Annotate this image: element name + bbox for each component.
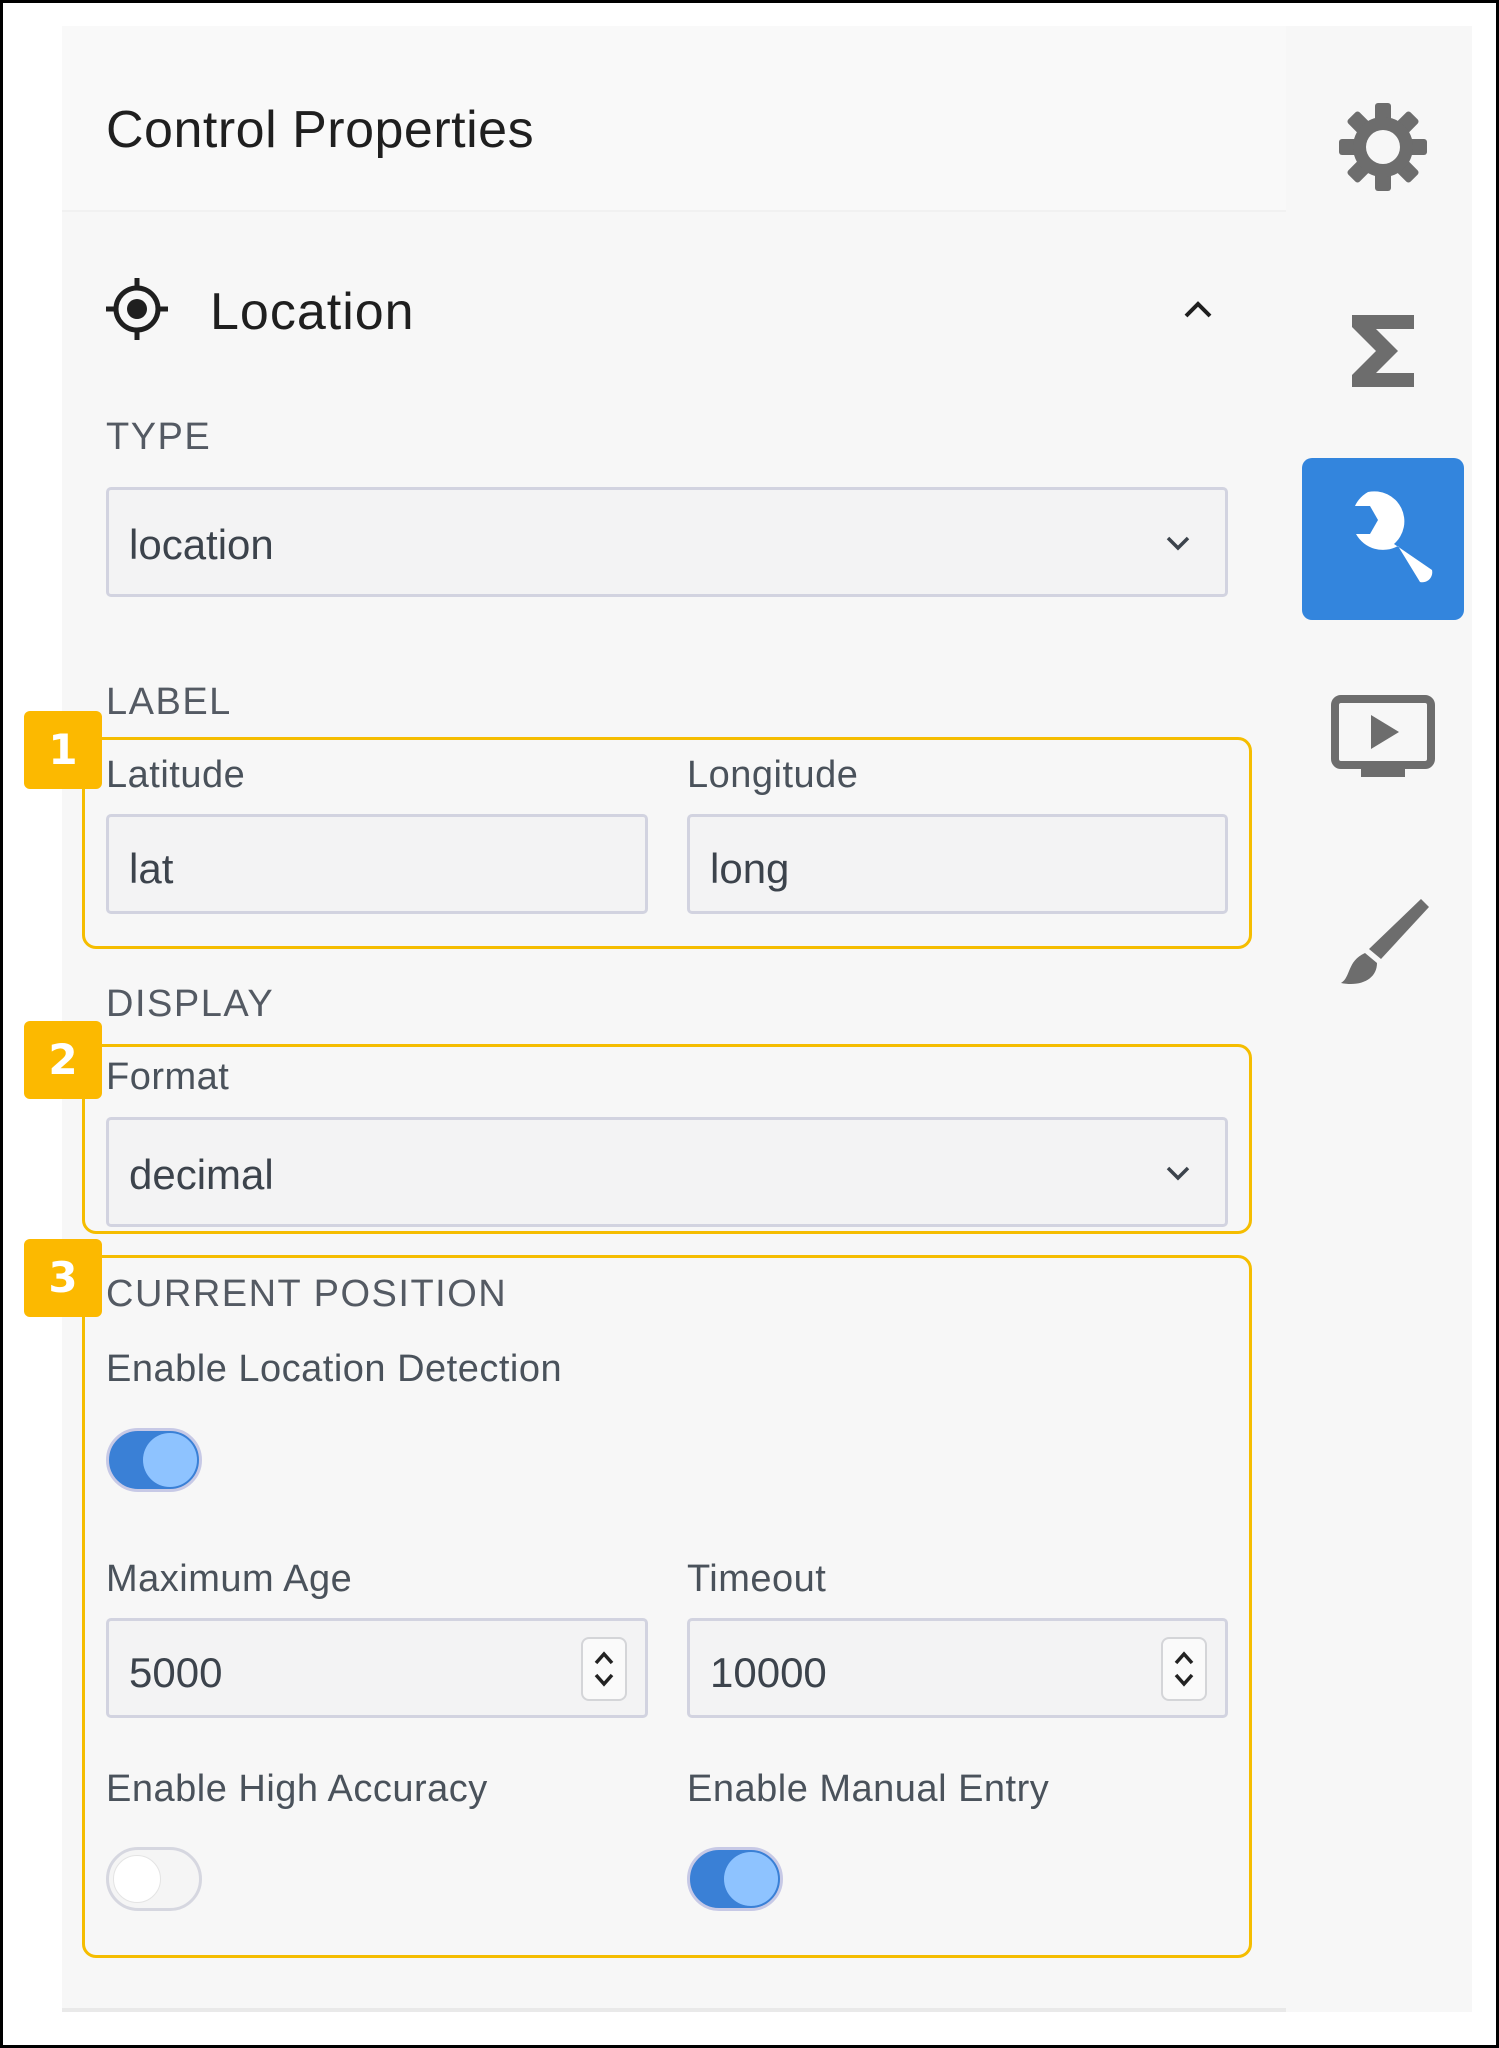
brush-icon <box>1341 899 1429 985</box>
chevron-down-icon <box>1166 1166 1190 1181</box>
number-stepper[interactable] <box>1161 1637 1207 1701</box>
location-detection-label: Enable Location Detection <box>106 1348 563 1390</box>
chevron-down-icon <box>1166 536 1190 551</box>
stepper-arrows-icon <box>594 1651 614 1687</box>
label-group-title: LABEL <box>106 681 232 723</box>
high-accuracy-label: Enable High Accuracy <box>106 1768 488 1810</box>
panel-title: Control Properties <box>106 101 535 159</box>
panel-bottom-divider <box>62 2008 1286 2012</box>
format-select[interactable]: decimal <box>106 1117 1228 1227</box>
latitude-label: Latitude <box>106 754 246 796</box>
format-label: Format <box>106 1056 230 1098</box>
toggle-knob <box>143 1433 197 1487</box>
location-detection-toggle[interactable] <box>106 1428 202 1492</box>
style-tab-button[interactable] <box>1302 860 1464 1022</box>
properties-tab-button[interactable] <box>1302 458 1464 620</box>
latitude-value: lat <box>129 845 174 892</box>
format-select-value: decimal <box>129 1151 274 1198</box>
timeout-label: Timeout <box>687 1558 827 1600</box>
maximum-age-input[interactable]: 5000 <box>106 1618 648 1718</box>
current-position-group-title: CURRENT POSITION <box>106 1273 508 1315</box>
manual-entry-toggle[interactable] <box>687 1847 783 1911</box>
stepper-arrows-icon <box>1174 1651 1194 1687</box>
maximum-age-value: 5000 <box>129 1649 223 1696</box>
settings-tab-button[interactable] <box>1302 66 1464 228</box>
type-select-value: location <box>129 521 274 568</box>
display-group-title: DISPLAY <box>106 983 275 1025</box>
side-toolbar <box>1286 26 1472 2012</box>
callout-badge-3: 3 <box>24 1239 102 1317</box>
timeout-input[interactable]: 10000 <box>687 1618 1228 1718</box>
type-select[interactable]: location <box>106 487 1228 597</box>
preview-icon <box>1331 695 1435 777</box>
sigma-icon <box>1352 315 1414 387</box>
longitude-value: long <box>710 845 790 892</box>
wrench-icon <box>1350 491 1433 583</box>
timeout-value: 10000 <box>710 1649 827 1696</box>
latitude-input[interactable]: lat <box>106 814 648 914</box>
callout-badge-2: 2 <box>24 1021 102 1099</box>
high-accuracy-toggle[interactable] <box>106 1847 202 1911</box>
longitude-input[interactable]: long <box>687 814 1228 914</box>
chevron-up-icon[interactable] <box>1178 290 1218 330</box>
preview-tab-button[interactable] <box>1302 660 1464 822</box>
maximum-age-label: Maximum Age <box>106 1558 353 1600</box>
number-stepper[interactable] <box>581 1637 627 1701</box>
type-group-title: TYPE <box>106 416 212 458</box>
longitude-label: Longitude <box>687 754 859 796</box>
formula-tab-button[interactable] <box>1302 270 1464 432</box>
manual-entry-label: Enable Manual Entry <box>687 1768 1050 1810</box>
toggle-knob <box>113 1855 161 1903</box>
crosshair-icon <box>106 278 168 340</box>
callout-badge-1: 1 <box>24 711 102 789</box>
toggle-knob <box>724 1852 778 1906</box>
gear-icon <box>1339 103 1427 191</box>
panel-header: Control Properties <box>62 26 1286 212</box>
section-title: Location <box>210 283 415 341</box>
